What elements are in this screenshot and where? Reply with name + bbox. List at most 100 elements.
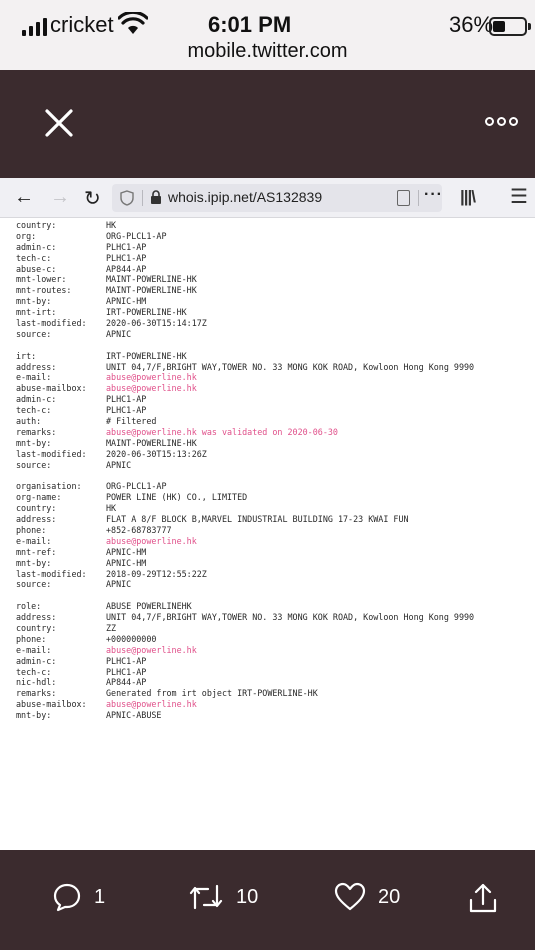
whois-row: admin-c: PLHC1-AP: [16, 394, 535, 405]
whois-key: mnt-routes:: [16, 285, 72, 296]
whois-key: role:: [16, 601, 42, 612]
whois-key: phone:: [16, 524, 47, 535]
close-icon[interactable]: [42, 106, 76, 140]
share-icon: [469, 883, 497, 913]
whois-key: e-mail:: [16, 372, 52, 383]
whois-email-link: abuse@powerline.hk: [106, 372, 197, 383]
whois-value: PLHC1-AP: [106, 666, 147, 677]
whois-email-link: abuse@powerline.hk: [106, 535, 197, 546]
whois-row: mnt-by: APNIC-HM: [16, 296, 535, 307]
like-button[interactable]: 20: [334, 882, 400, 912]
whois-key: nic-hdl:: [16, 677, 57, 688]
whois-row: address: UNIT 04,7/F,BRIGHT WAY,TOWER NO.…: [16, 362, 535, 373]
whois-row: tech-c: PLHC1-AP: [16, 253, 535, 264]
whois-key: address:: [16, 361, 57, 372]
clock-time: 6:01 PM: [208, 12, 292, 37]
whois-value: ORG-PLCL1-AP: [106, 230, 167, 241]
whois-value: APNIC: [106, 459, 132, 470]
whois-value: # Filtered: [106, 416, 157, 427]
whois-row: mnt-by: APNIC-ABUSE: [16, 710, 535, 721]
tweet-action-bar: 1 10 20: [0, 850, 535, 950]
whois-row: tech-c: PLHC1-AP: [16, 667, 535, 678]
whois-row: mnt-ref: APNIC-HM: [16, 547, 535, 558]
whois-key: phone:: [16, 633, 47, 644]
whois-key: remarks:: [16, 688, 57, 699]
whois-value: PLHC1-AP: [106, 394, 147, 405]
reply-button[interactable]: 1: [52, 882, 105, 912]
whois-row: abuse-mailbox: abuse@powerline.hk: [16, 699, 535, 710]
whois-value: +000000000: [106, 633, 157, 644]
whois-row: mnt-by: APNIC-HM: [16, 558, 535, 569]
whois-row: address: UNIT 04,7/F,BRIGHT WAY,TOWER NO.…: [16, 612, 535, 623]
whois-row: organisation: ORG-PLCL1-AP: [16, 481, 535, 492]
reply-count: 1: [94, 885, 106, 908]
whois-key: address:: [16, 612, 57, 623]
retweet-count: 10: [236, 885, 259, 908]
whois-row: last-modified: 2020-06-30T15:13:26Z: [16, 449, 535, 460]
whois-key: remarks:: [16, 426, 57, 437]
forward-arrow-icon: →: [50, 186, 70, 208]
hamburger-menu-icon: ☰: [510, 186, 528, 208]
whois-key: irt:: [16, 350, 37, 361]
whois-row: e-mail: abuse@powerline.hk: [16, 645, 535, 656]
media-toolbar: [0, 70, 535, 178]
more-options-icon[interactable]: [485, 117, 518, 126]
whois-value: MAINT-POWERLINE-HK: [106, 285, 197, 296]
whois-key: admin-c:: [16, 241, 57, 252]
carrier-name: cricket: [50, 12, 114, 37]
retweet-button[interactable]: 10: [188, 882, 258, 912]
whois-row: irt: IRT-POWERLINE-HK: [16, 351, 535, 362]
record-spacer: [16, 470, 535, 481]
whois-value: FLAT A 8/F BLOCK B,MARVEL INDUSTRIAL BUI…: [106, 514, 409, 525]
whois-row: source: APNIC: [16, 329, 535, 340]
whois-key: source:: [16, 459, 52, 470]
whois-key: country:: [16, 622, 57, 633]
whois-key: tech-c:: [16, 666, 52, 677]
lock-icon: [151, 190, 161, 204]
whois-row: role: ABUSE POWERLINEHK: [16, 601, 535, 612]
whois-record: country: HK org: ORG-PLCL1-AP admin-c: PLHC1-…: [16, 220, 535, 721]
whois-email-link: abuse@powerline.hk was validated on 2020…: [106, 426, 338, 437]
whois-value: 2020-06-30T15:14:17Z: [106, 318, 207, 329]
whois-value: AP844-AP: [106, 677, 147, 688]
library-icon: |||\: [460, 187, 476, 206]
whois-email-link: abuse@powerline.hk: [106, 644, 197, 655]
page-actions-icon: ···: [424, 186, 443, 203]
whois-value: AP844-AP: [106, 263, 147, 274]
signal-icon: [22, 18, 47, 36]
whois-key: source:: [16, 328, 52, 339]
whois-value: MAINT-POWERLINE-HK: [106, 274, 197, 285]
whois-key: org-name:: [16, 492, 62, 503]
whois-key: last-modified:: [16, 318, 87, 329]
reply-icon: [53, 883, 81, 912]
whois-key: mnt-lower:: [16, 274, 67, 285]
whois-row: country: HK: [16, 503, 535, 514]
screenshot-image: ← → ↻ whois.ipip.net/AS132839 ··· |||\ ☰…: [0, 178, 535, 850]
whois-value: 2020-06-30T15:13:26Z: [106, 448, 207, 459]
whois-row: remarks: Generated from irt object IRT-PO…: [16, 688, 535, 699]
heart-icon: [334, 882, 366, 911]
whois-value: POWER LINE (HK) CO., LIMITED: [106, 492, 248, 503]
whois-value: 2018-09-29T12:55:22Z: [106, 568, 207, 579]
like-count: 20: [378, 885, 401, 908]
whois-key: country:: [16, 220, 57, 230]
status-bar: cricket 6:01 PM 36% mobile.twitter.com: [0, 0, 535, 70]
share-button[interactable]: [468, 882, 498, 914]
whois-key: org:: [16, 230, 37, 241]
whois-key: mnt-irt:: [16, 307, 57, 318]
whois-value: APNIC-HM: [106, 296, 147, 307]
whois-key: abuse-c:: [16, 263, 57, 274]
whois-value: APNIC: [106, 328, 132, 339]
whois-value: +852-68783777: [106, 524, 172, 535]
whois-key: admin-c:: [16, 655, 57, 666]
whois-key: source:: [16, 579, 52, 590]
whois-row: tech-c: PLHC1-AP: [16, 405, 535, 416]
whois-value: MAINT-POWERLINE-HK: [106, 437, 197, 448]
whois-value: IRT-POWERLINE-HK: [106, 350, 187, 361]
whois-row: last-modified: 2020-06-30T15:14:17Z: [16, 318, 535, 329]
whois-key: abuse-mailbox:: [16, 699, 87, 710]
whois-value: UNIT 04,7/F,BRIGHT WAY,TOWER NO. 33 MONG…: [106, 612, 475, 623]
battery-icon: [489, 17, 531, 36]
back-arrow-icon: ←: [14, 186, 34, 208]
whois-row: phone: +852-68783777: [16, 525, 535, 536]
